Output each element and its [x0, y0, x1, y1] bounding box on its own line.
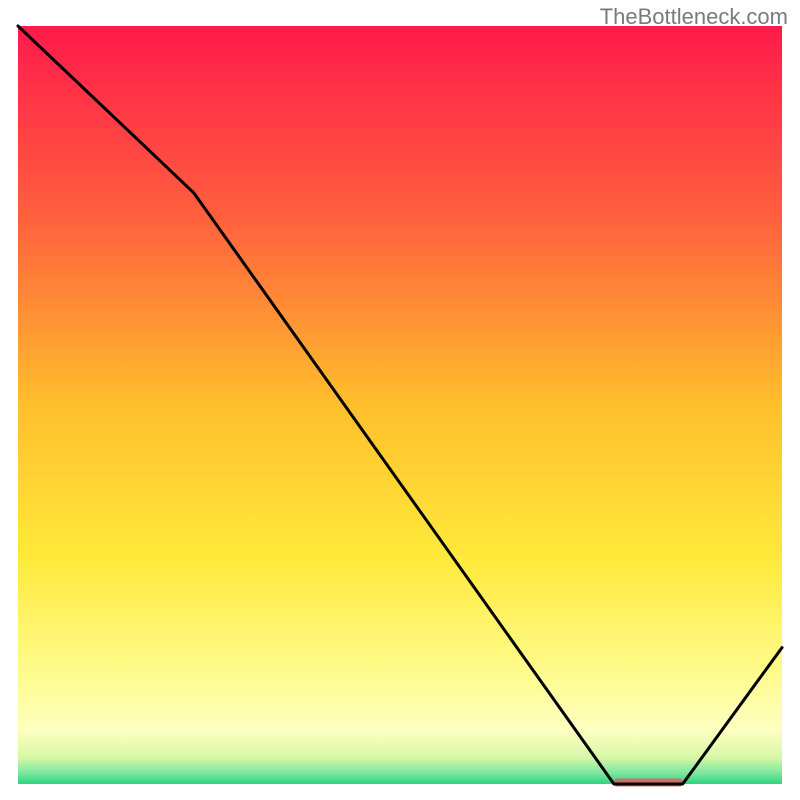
- watermark-text: TheBottleneck.com: [600, 4, 788, 30]
- bottleneck-chart: TheBottleneck.com: [0, 0, 800, 800]
- plot-background: [18, 26, 782, 784]
- chart-svg: [0, 0, 800, 800]
